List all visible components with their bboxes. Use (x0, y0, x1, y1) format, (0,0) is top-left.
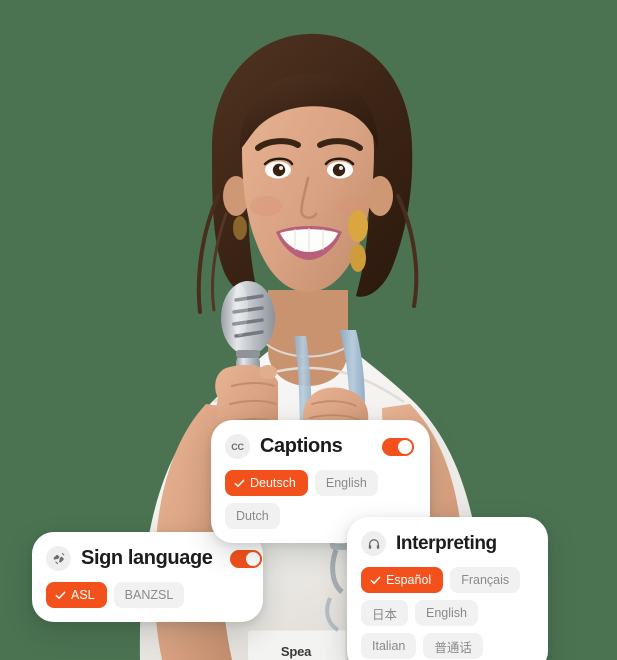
headphones-glyph (368, 538, 379, 549)
sign-language-chip-asl[interactable]: ASL (46, 582, 107, 608)
captions-chip-dutch-label: Dutch (236, 509, 269, 523)
sign-language-toggle-knob (246, 551, 261, 566)
sign-language-chips: ASL BANZSL (46, 582, 247, 608)
check-icon (234, 479, 245, 487)
captions-card-header: CC Captions (225, 434, 414, 459)
headphones-icon (361, 531, 386, 556)
sign-language-chip-banzsl-label: BANZSL (124, 588, 174, 602)
interpreting-chip-mandarin-label: 普通话 (434, 640, 472, 655)
check-icon (55, 591, 66, 599)
screenshot-stage: Spea CC Captions Deutsch English Dutch S… (0, 0, 617, 660)
interpreting-chip-english[interactable]: English (415, 600, 479, 626)
cc-icon: CC (225, 434, 250, 459)
interpreting-chip-francais-label: Français (461, 573, 510, 587)
interpreting-card[interactable]: Interpreting Español Français 日本 English… (347, 517, 548, 660)
interpreting-chip-italian[interactable]: Italian (361, 633, 417, 659)
interpreting-chip-italian-label: Italian (372, 639, 406, 653)
sign-language-card[interactable]: Sign language ASL BANZSL (32, 532, 263, 622)
interpreting-chip-francais[interactable]: Français (450, 567, 521, 593)
name-badge: Spea (248, 632, 344, 660)
captions-chip-deutsch-label: Deutsch (250, 476, 296, 490)
interpreting-chip-japanese[interactable]: 日本 (361, 600, 409, 626)
captions-chip-dutch[interactable]: Dutch (225, 503, 280, 529)
captions-chip-deutsch[interactable]: Deutsch (225, 470, 308, 496)
sign-language-icon (46, 546, 71, 571)
interpreting-card-header: Interpreting (361, 531, 532, 556)
interpreting-title: Interpreting (396, 532, 497, 554)
sign-language-glyph (53, 552, 65, 565)
captions-title: Captions (260, 435, 343, 457)
name-badge-text: Spea (280, 644, 312, 659)
captions-toggle-knob (398, 439, 412, 454)
captions-chip-english[interactable]: English (314, 470, 378, 496)
interpreting-chip-mandarin[interactable]: 普通话 (423, 633, 483, 659)
cc-icon-label: CC (231, 441, 244, 452)
sign-language-toggle[interactable] (230, 549, 263, 568)
interpreting-language-chips: Español Français 日本 English Italian 普通话 (361, 567, 532, 659)
check-icon (370, 576, 381, 584)
interpreting-chip-espanol[interactable]: Español (361, 567, 444, 593)
sign-language-chip-asl-label: ASL (71, 588, 95, 602)
sign-language-title: Sign language (81, 547, 213, 569)
sign-language-card-header: Sign language (46, 546, 263, 571)
captions-toggle[interactable] (382, 437, 414, 456)
sign-language-chip-banzsl[interactable]: BANZSL (113, 582, 185, 608)
interpreting-chip-japanese-label: 日本 (372, 607, 398, 622)
interpreting-chip-espanol-label: Español (386, 573, 432, 587)
interpreting-chip-english-label: English (426, 606, 468, 620)
captions-chip-english-label: English (325, 476, 367, 490)
